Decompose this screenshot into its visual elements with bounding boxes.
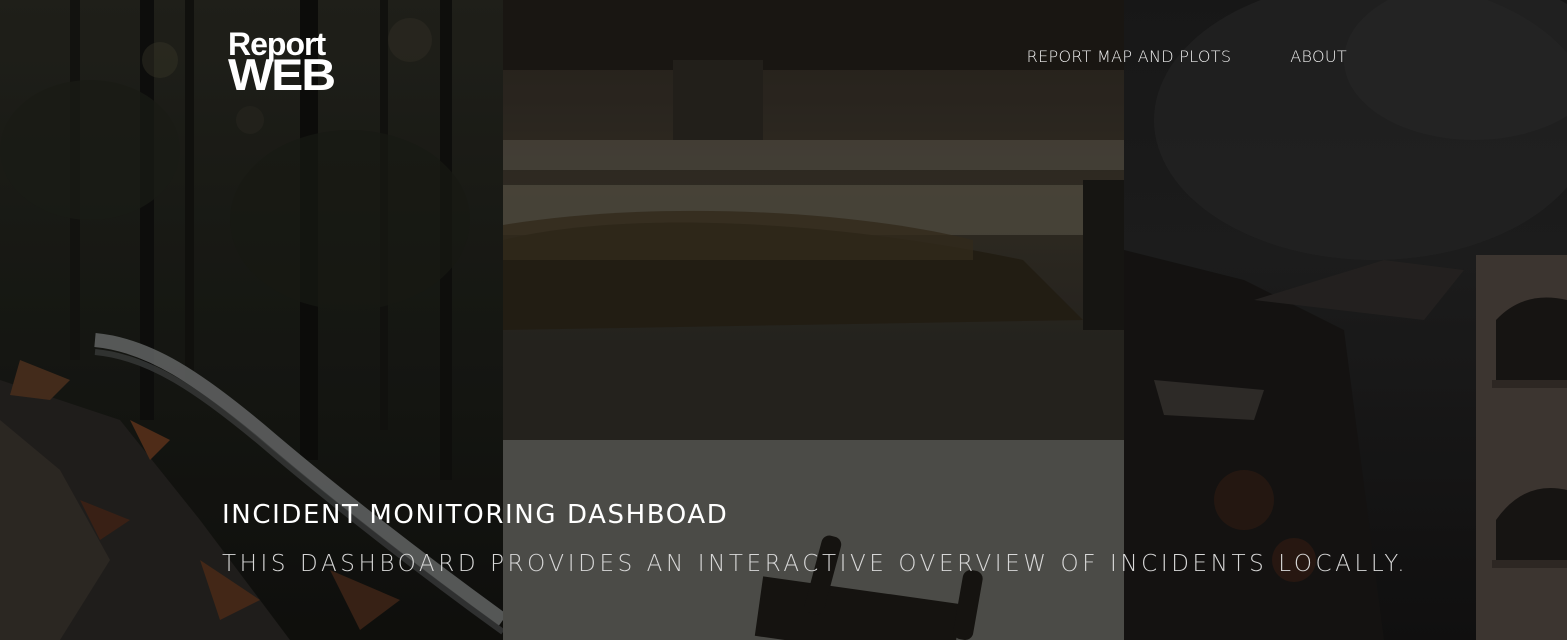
flooded-landscape-photo xyxy=(503,0,1124,640)
hero-subtitle: THIS DASHBOARD PROVIDES AN INTERACTIVE O… xyxy=(222,551,1409,577)
report-web-logo[interactable]: Report WEB xyxy=(228,28,336,102)
burned-building-photo xyxy=(1124,0,1567,640)
top-nav: REPORT MAP AND PLOTS ABOUT xyxy=(1027,47,1347,66)
hero-title: INCIDENT MONITORING DASHBOAD xyxy=(222,500,729,530)
nav-link-about[interactable]: ABOUT xyxy=(1290,47,1347,66)
nav-link-report-map-and-plots[interactable]: REPORT MAP AND PLOTS xyxy=(1027,47,1232,66)
logo-text-line2: WEB xyxy=(228,51,336,100)
